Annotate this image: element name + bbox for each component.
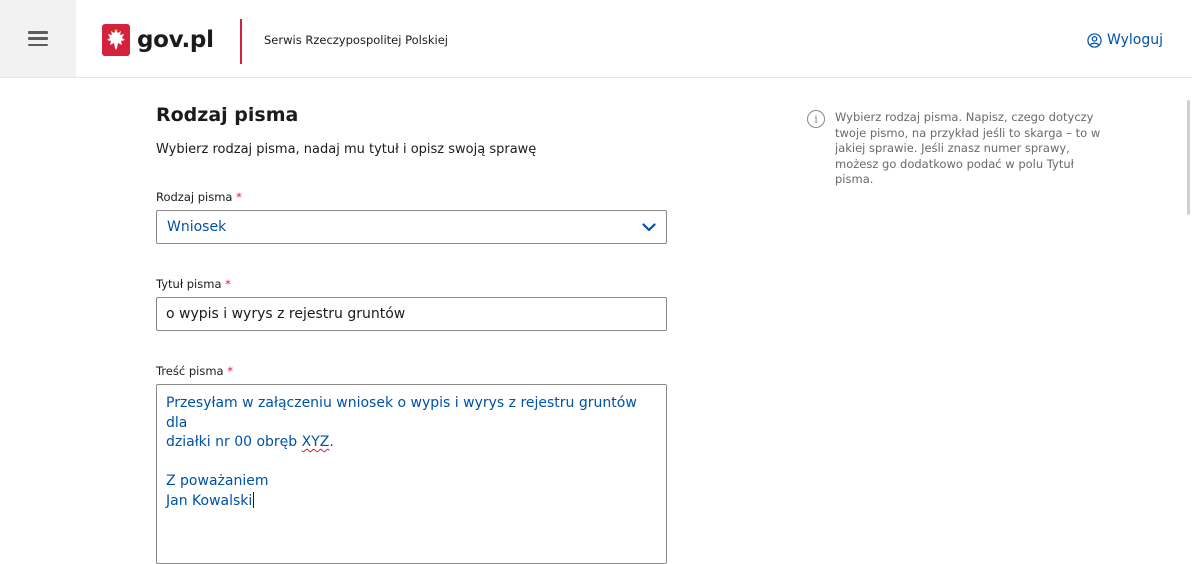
hint-text: Wybierz rodzaj pisma. Napisz, czego doty… <box>835 110 1101 186</box>
logout-label: Wyloguj <box>1107 32 1163 48</box>
service-name: Serwis Rzeczypospolitej Polskiej <box>264 33 448 47</box>
menu-button[interactable] <box>0 0 76 77</box>
logo-text: gov.pl <box>137 27 214 53</box>
content-line: Jan Kowalski <box>166 491 255 509</box>
required-marker: * <box>236 190 242 204</box>
info-icon: i <box>807 110 825 128</box>
hamburger-icon <box>28 31 48 46</box>
title-field-label: Tytuł pisma * <box>156 277 231 291</box>
top-bar: gov.pl Serwis Rzeczypospolitej Polskiej … <box>0 0 1192 78</box>
user-icon <box>1087 32 1102 48</box>
logout-button[interactable]: Wyloguj <box>1087 32 1163 48</box>
required-marker: * <box>227 364 233 378</box>
content-line: działki nr 00 obręb XYZ. <box>166 434 334 450</box>
letter-title-input[interactable]: o wypis i wyrys z rejestru gruntów <box>156 297 667 331</box>
form-header: Rodzaj pisma Wybierz rodzaj pisma, nadaj… <box>156 104 668 157</box>
letter-title-value: o wypis i wyrys z rejestru gruntów <box>166 306 406 322</box>
eagle-emblem-icon <box>102 24 130 56</box>
letter-type-value: Wniosek <box>167 219 227 235</box>
chevron-down-icon <box>642 222 656 231</box>
letter-content-textarea[interactable]: Przesyłam w załączeniu wniosek o wypis i… <box>156 384 667 564</box>
text-caret <box>253 491 255 508</box>
type-field-label: Rodzaj pisma * <box>156 190 242 204</box>
content-blank-line <box>166 453 657 473</box>
content-line: Przesyłam w załączeniu wniosek o wypis i… <box>166 395 637 431</box>
gov-logo[interactable]: gov.pl <box>102 24 214 56</box>
required-marker: * <box>225 277 231 291</box>
scrollbar-thumb[interactable] <box>1187 100 1190 215</box>
spellcheck-word: XYZ <box>301 434 330 450</box>
content-field-label: Treść pisma * <box>156 364 233 378</box>
page-title: Rodzaj pisma <box>156 104 299 126</box>
content-line: Z poważaniem <box>166 473 269 489</box>
letter-type-select[interactable]: Wniosek <box>156 210 667 244</box>
header-divider <box>240 19 242 64</box>
help-hint: i Wybierz rodzaj pisma. Napisz, czego do… <box>807 110 1110 188</box>
page-subtitle: Wybierz rodzaj pisma, nadaj mu tytuł i o… <box>156 142 537 157</box>
